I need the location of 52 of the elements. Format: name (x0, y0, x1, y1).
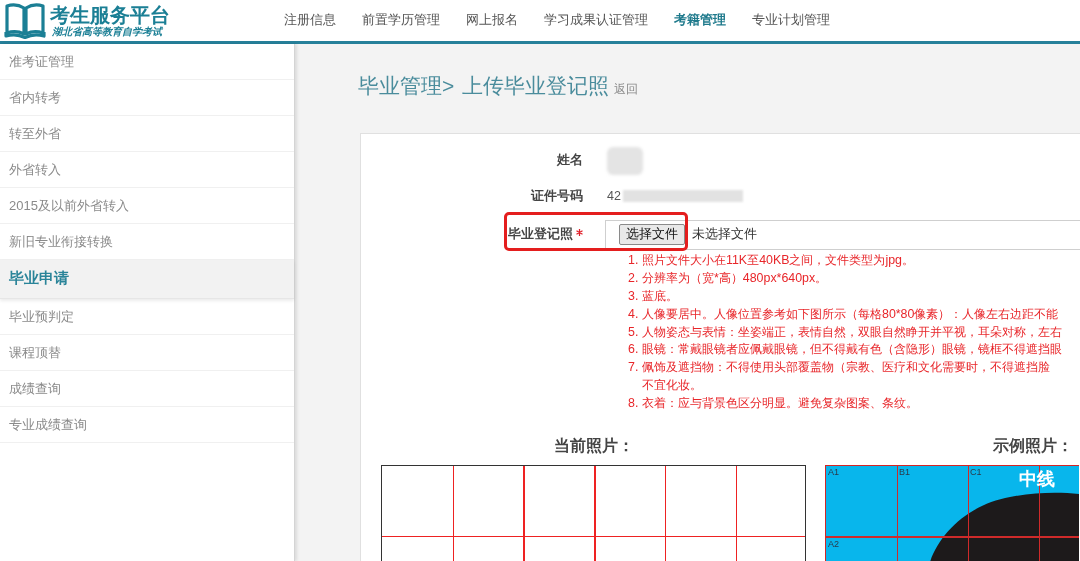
field-value: 42 (607, 187, 621, 205)
grid-label: C1 (970, 467, 982, 477)
list-number: 5. (628, 323, 640, 341)
requirement-text: 照片文件大小在11K至40KB之间，文件类型为jpg。 (642, 252, 914, 270)
list-number: 7. (628, 359, 640, 377)
nav-link[interactable]: 网上报名 (453, 11, 531, 30)
grid-label: B1 (899, 467, 910, 477)
list-number: 4. (628, 305, 640, 323)
photo-title: 当前照片： (553, 436, 634, 457)
sidebar-item[interactable]: 课程顶替 (0, 335, 294, 371)
requirement-text: 人物姿态与表情：坐姿端正，表情自然，双眼自然睁开并平视，耳朵对称，左右 (642, 323, 1062, 341)
file-input[interactable]: 选择文件 未选择文件 (605, 219, 1080, 250)
list-number: 3. (628, 288, 640, 305)
requirement-text: 衣着：应与背景色区分明显。避免复杂图案、条纹。 (642, 394, 918, 412)
sidebar-item[interactable]: 外省转入 (0, 152, 294, 188)
nav-link[interactable]: 前置学历管理 (349, 11, 453, 30)
logo-title: 考生服务平台 (50, 3, 170, 26)
sidebar-item[interactable]: 毕业预判定 (0, 299, 294, 335)
blurred-value (607, 146, 643, 175)
list-number: 2. (628, 270, 640, 288)
nav-link[interactable]: 注册信息 (271, 11, 349, 30)
nav-link[interactable]: 专业计划管理 (739, 11, 843, 30)
sidebar-item[interactable]: 省内转考 (0, 80, 294, 116)
logo-subtitle: 湖北省高等教育自学考试 (52, 25, 163, 38)
nav-link[interactable]: 学习成果认证管理 (531, 11, 661, 30)
list-number: 6. (628, 341, 640, 359)
list-number: 1. (628, 252, 640, 270)
grid-label: A2 (828, 539, 839, 549)
requirement-text: 不宜化妆。 (642, 377, 702, 394)
back-link[interactable]: 返回 (614, 80, 639, 98)
grid-label: A1 (828, 467, 839, 477)
choose-file-button[interactable]: 选择文件 (619, 224, 685, 246)
list-number: 8. (628, 394, 640, 412)
requirement-text: 人像要居中。人像位置参考如下图所示（每格80*80像素）：人像左右边距不能 (642, 305, 1059, 323)
field-label: 毕业登记照 (508, 226, 573, 244)
page-title: 上传毕业登记照 (462, 74, 610, 98)
sidebar-item[interactable]: 2015及以前外省转入 (0, 188, 294, 224)
nav-link[interactable]: 考籍管理 (661, 11, 739, 30)
requirement-text: 分辨率为（宽*高）480px*640px。 (642, 270, 828, 288)
requirement-text: 蓝底。 (642, 288, 678, 305)
field-label: 证件号码 (531, 187, 583, 205)
sidebar-item[interactable]: 专业成绩查询 (0, 407, 294, 443)
sidebar-item[interactable]: 成绩查询 (0, 371, 294, 407)
requirement-text: 佩饰及遮挡物：不得使用头部覆盖物（宗教、医疗和文化需要时，不得遮挡脸 (642, 359, 1050, 377)
breadcrumb-parent[interactable]: 毕业管理> (358, 74, 455, 98)
field-label: 姓名 (557, 152, 583, 170)
requirement-text: 眼镜：常戴眼镜者应佩戴眼镜，但不得戴有色（含隐形）眼镜，镜框不得遮挡眼 (642, 341, 1062, 359)
sidebar-item[interactable]: 准考证管理 (0, 44, 294, 80)
photo-title: 示例照片： (993, 436, 1073, 457)
sidebar-item[interactable]: 毕业申请 (0, 260, 294, 299)
file-status: 未选择文件 (692, 226, 757, 244)
sidebar-item[interactable]: 转至外省 (0, 116, 294, 152)
